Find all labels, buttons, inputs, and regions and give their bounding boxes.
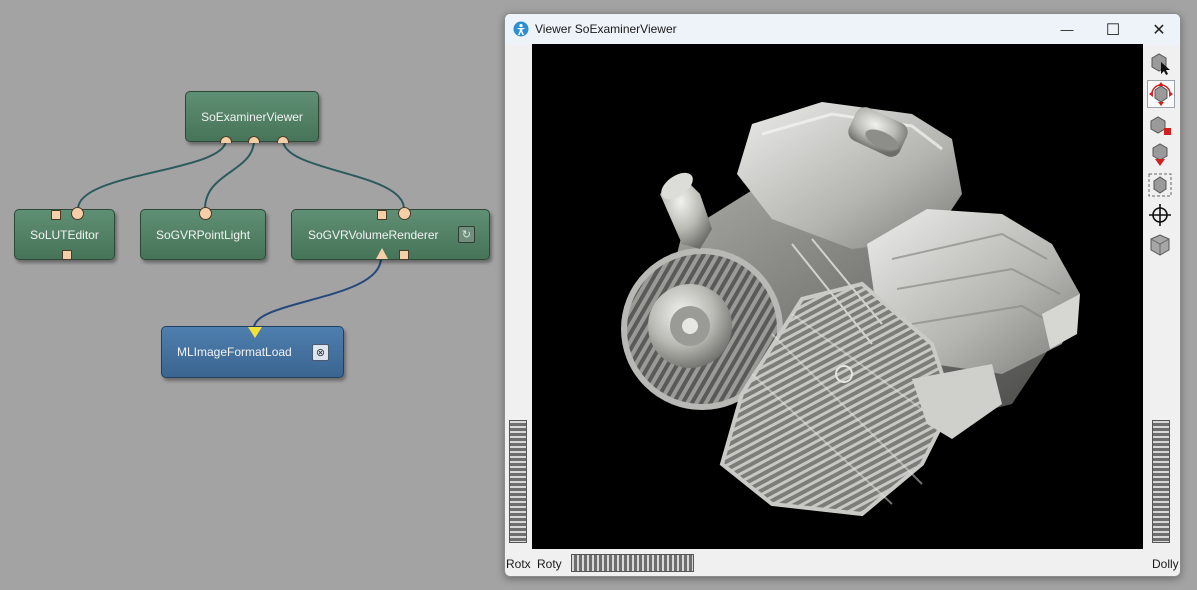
window-title: Viewer SoExaminerViewer [535,22,677,36]
close-icon: ✕ [1152,21,1166,39]
module-label: SoLUTEditor [30,227,99,242]
projection-button[interactable] [1147,232,1175,260]
roty-wheel[interactable] [571,554,694,572]
module-label: SoGVRPointLight [155,227,251,242]
module-label: SoGVRVolumeRenderer [308,227,439,242]
maximize-button[interactable]: ☐ [1090,14,1136,45]
rotx-wheel[interactable] [509,420,527,543]
refresh-icon: ↻ [461,229,472,241]
connection-viewer-light[interactable] [204,139,255,210]
image-output-port[interactable] [248,327,262,338]
module-so-lut-editor[interactable]: SoLUTEditor [14,207,115,260]
connection-lines [77,139,405,329]
viewer-toolbar [1145,50,1177,260]
seek-button[interactable] [1147,202,1175,230]
refresh-button[interactable]: ↻ [458,226,475,243]
connection-viewer-renderer[interactable] [282,139,405,210]
pick-mode-icon [1151,53,1170,75]
input-port[interactable] [71,207,84,220]
input-port[interactable] [199,207,212,220]
home-icon [1150,116,1171,135]
seek-icon [1149,204,1171,226]
module-so-gvr-volume-renderer[interactable]: SoGVRVolumeRenderer ↻ [291,207,490,260]
output-port[interactable] [277,136,289,143]
viewer-window[interactable]: Viewer SoExaminerViewer — ☐ ✕ Rotx Roty … [504,13,1181,577]
home-button[interactable] [1147,112,1175,140]
dolly-label: Dolly [1152,557,1179,571]
module-label: SoExaminerViewer [201,109,303,124]
set-home-button[interactable] [1147,142,1175,170]
network-canvas[interactable]: SoExaminerViewer SoLUTEditor SoGVRPointL… [0,0,505,590]
output-port[interactable] [220,136,232,143]
view-mode-icon [1149,82,1173,106]
title-bar[interactable]: Viewer SoExaminerViewer — ☐ ✕ [505,14,1180,45]
set-home-icon [1152,143,1168,166]
connection-viewer-lut[interactable] [77,139,227,210]
view-all-button[interactable] [1147,172,1175,200]
connection-image[interactable] [253,257,382,329]
module-settings-button[interactable]: ⊗ [312,344,329,361]
module-so-gvr-point-light[interactable]: SoGVRPointLight [140,207,266,260]
image-input-port[interactable] [376,248,388,259]
maximize-icon: ☐ [1105,21,1121,39]
output-port[interactable] [62,250,72,260]
engine-volume-rendering [621,102,1080,517]
dolly-wheel[interactable] [1152,420,1170,543]
input-port[interactable] [398,207,411,220]
app-icon [513,21,529,37]
module-so-examiner-viewer[interactable]: SoExaminerViewer [185,91,319,143]
output-port[interactable] [399,250,409,260]
output-port[interactable] [248,136,260,143]
minimize-button[interactable]: — [1044,14,1090,45]
input-port[interactable] [51,210,61,220]
settings-icon: ⊗ [315,347,326,359]
view-all-icon [1148,173,1172,197]
projection-icon [1150,234,1170,256]
close-button[interactable]: ✕ [1136,14,1180,45]
view-mode-button[interactable] [1147,80,1175,108]
module-label: MLImageFormatLoad [177,345,292,359]
3d-viewport[interactable] [532,44,1143,549]
rotx-label: Rotx [506,557,531,571]
roty-label: Roty [537,557,562,571]
module-ml-image-format-load[interactable]: MLImageFormatLoad ⊗ [161,326,344,378]
minimize-icon: — [1060,22,1074,37]
pick-mode-button[interactable] [1147,50,1175,78]
input-port[interactable] [377,210,387,220]
